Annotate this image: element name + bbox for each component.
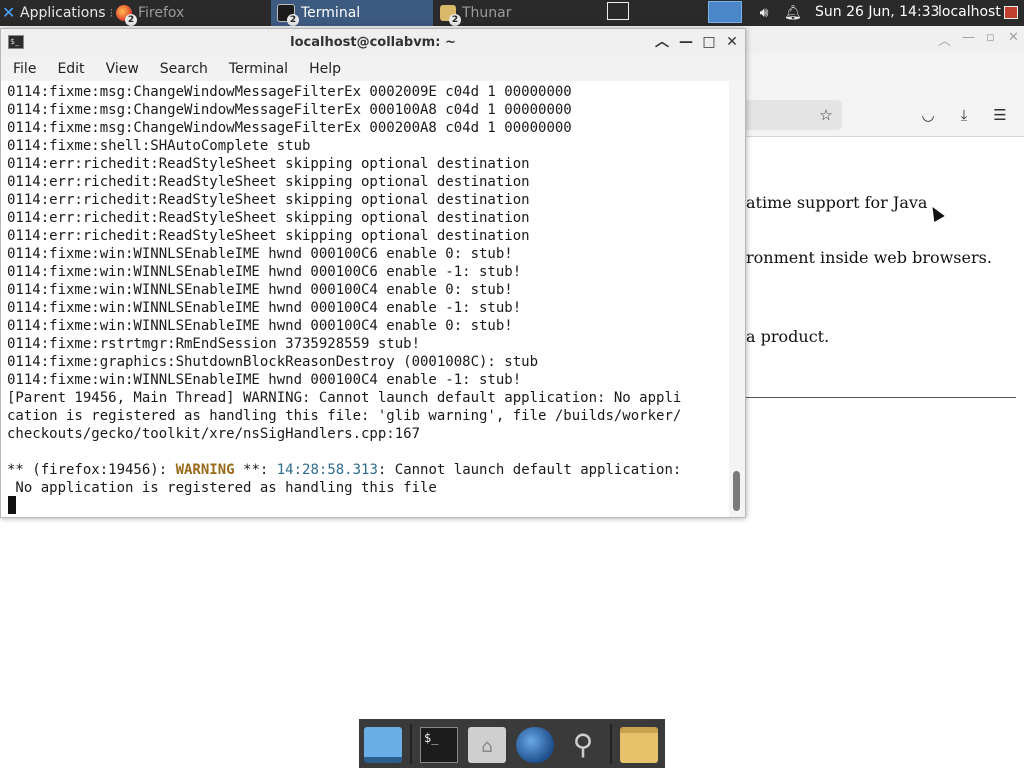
minimize-window-icon[interactable]: —: [677, 33, 695, 51]
terminal-title: localhost@collabvm: ~: [290, 35, 456, 50]
terminal-line: 0114:fixme:msg:ChangeWindowMessageFilter…: [7, 102, 572, 118]
menu-terminal[interactable]: Terminal: [217, 61, 297, 77]
terminal-line: 0114:fixme:msg:ChangeWindowMessageFilter…: [7, 120, 572, 136]
dock-separator: [410, 724, 412, 764]
page-text-fragment: a product.: [746, 327, 830, 346]
taskbar-firefox-label: Firefox: [138, 5, 185, 21]
terminal-menubar: File Edit View Search Terminal Help: [1, 57, 745, 81]
warning-rest: : Cannot launch default application:: [377, 462, 682, 478]
terminal-cursor: [8, 496, 16, 514]
clock[interactable]: Sun 26 Jun, 14:33: [815, 4, 939, 20]
show-desktop-icon[interactable]: [364, 727, 402, 763]
terminal-line: 0114:fixme:win:WINNLSEnableIME hwnd 0001…: [7, 300, 522, 316]
firefox-page-content: atime support for Java ronment inside we…: [746, 137, 1024, 517]
terminal-titlebar[interactable]: $_ localhost@collabvm: ~ ︿ — □ ✕: [1, 29, 745, 57]
terminal-launcher-icon[interactable]: $_: [420, 727, 458, 763]
terminal-warning-line: ** (firefox:19456): WARNING **: 14:28:58…: [7, 461, 681, 479]
shade-window-icon[interactable]: ︿: [653, 33, 671, 51]
firefox-close-icon[interactable]: ✕: [1008, 30, 1019, 45]
app-finder-icon[interactable]: ⚲: [564, 727, 602, 763]
terminal-line: 0114:err:richedit:ReadStyleSheet skippin…: [7, 192, 530, 208]
terminal-window: $_ localhost@collabvm: ~ ︿ — □ ✕ File Ed…: [0, 28, 746, 518]
terminal-line: 0114:fixme:win:WINNLSEnableIME hwnd 0001…: [7, 282, 513, 298]
volume-icon[interactable]: 🔊︎: [756, 5, 772, 21]
terminal-line: 0114:fixme:graphics:ShutdownBlockReasonD…: [7, 354, 539, 370]
terminal-line: checkouts/gecko/toolkit/xre/nsSigHandler…: [7, 426, 421, 442]
bookmark-star-icon[interactable]: ☆: [817, 106, 835, 124]
terminal-line: 0114:fixme:shell:SHAutoComplete stub: [7, 138, 311, 154]
file-manager-icon[interactable]: [620, 727, 658, 763]
page-text-fragment: atime support for Java: [746, 193, 928, 212]
window-count-badge: 2: [125, 14, 137, 26]
terminal-line: No application is registered as handling…: [7, 480, 437, 496]
warning-tag: WARNING: [175, 462, 235, 478]
taskbar-terminal[interactable]: 2 Terminal: [271, 0, 433, 26]
home-folder-icon[interactable]: ⌂: [468, 727, 506, 763]
terminal-scrollbar[interactable]: [729, 81, 745, 517]
menu-help[interactable]: Help: [297, 61, 350, 77]
terminal-line: [Parent 19456, Main Thread] WARNING: Can…: [7, 390, 682, 406]
hostname-label[interactable]: localhost: [938, 4, 1001, 20]
firefox-restore-icon[interactable]: ▫: [986, 30, 995, 45]
taskbar-terminal-label: Terminal: [301, 5, 361, 21]
workspace-1[interactable]: [607, 2, 629, 20]
dock-separator: [610, 724, 612, 764]
menu-edit[interactable]: Edit: [45, 61, 93, 77]
terminal-line: 0114:fixme:win:WINNLSEnableIME hwnd 0001…: [7, 318, 513, 334]
session-icon[interactable]: [1004, 6, 1018, 19]
terminal-line: 0114:fixme:rstrtmgr:RmEndSession 3735928…: [7, 336, 421, 352]
terminal-line: 0114:err:richedit:ReadStyleSheet skippin…: [7, 210, 530, 226]
terminal-line: 0114:err:richedit:ReadStyleSheet skippin…: [7, 174, 530, 190]
page-text-fragment: ronment inside web browsers.: [746, 248, 992, 267]
menu-search[interactable]: Search: [148, 61, 217, 77]
taskbar-thunar[interactable]: 2 Thunar: [434, 0, 598, 26]
terminal-icon: 2: [277, 4, 299, 26]
taskbar-firefox[interactable]: 2 Firefox: [110, 0, 270, 26]
downloads-icon[interactable]: ⤓: [955, 106, 973, 124]
menu-view[interactable]: View: [94, 61, 148, 77]
terminal-line: 0114:fixme:msg:ChangeWindowMessageFilter…: [7, 84, 572, 100]
terminal-line: 0114:err:richedit:ReadStyleSheet skippin…: [7, 228, 530, 244]
close-window-icon[interactable]: ✕: [723, 33, 741, 51]
firefox-icon: 2: [116, 5, 137, 26]
menu-hamburger-icon[interactable]: ☰: [991, 106, 1009, 124]
window-count-badge: 2: [449, 14, 461, 26]
firefox-titlebar: [746, 26, 1024, 54]
menu-file[interactable]: File: [1, 61, 45, 77]
firefox-minimize-icon[interactable]: —: [962, 30, 975, 45]
applications-menu-label: Applications: [20, 5, 106, 21]
window-count-badge: 2: [287, 14, 299, 26]
notification-bell-icon[interactable]: 🔔︎: [784, 5, 802, 21]
maximize-window-icon[interactable]: □: [700, 33, 718, 51]
terminal-line: cation is registered as handling this fi…: [7, 408, 682, 424]
pocket-icon[interactable]: ◡: [919, 106, 937, 124]
workspace-2[interactable]: [708, 1, 742, 23]
scrollbar-thumb[interactable]: [733, 471, 740, 511]
taskbar-thunar-label: Thunar: [462, 5, 512, 21]
firefox-maximize-icon[interactable]: ︿: [938, 30, 951, 49]
terminal-line: 0114:err:richedit:ReadStyleSheet skippin…: [7, 156, 530, 172]
warning-timestamp: 14:28:58.313: [276, 462, 378, 478]
xfce-logo-icon: ✕: [2, 3, 16, 22]
applications-menu[interactable]: ✕ Applications ⁝: [0, 0, 117, 26]
terminal-line: 0114:fixme:win:WINNLSEnableIME hwnd 0001…: [7, 246, 513, 262]
warning-prefix: ** (firefox:19456):: [7, 462, 176, 478]
page-divider: [746, 397, 1016, 398]
web-browser-icon[interactable]: [516, 727, 554, 763]
warning-mid: **:: [234, 462, 277, 478]
thunar-icon: 2: [440, 5, 461, 26]
terminal-output[interactable]: 0114:fixme:msg:ChangeWindowMessageFilter…: [1, 81, 729, 517]
terminal-line: 0114:fixme:win:WINNLSEnableIME hwnd 0001…: [7, 372, 522, 388]
terminal-line: 0114:fixme:win:WINNLSEnableIME hwnd 0001…: [7, 264, 522, 280]
